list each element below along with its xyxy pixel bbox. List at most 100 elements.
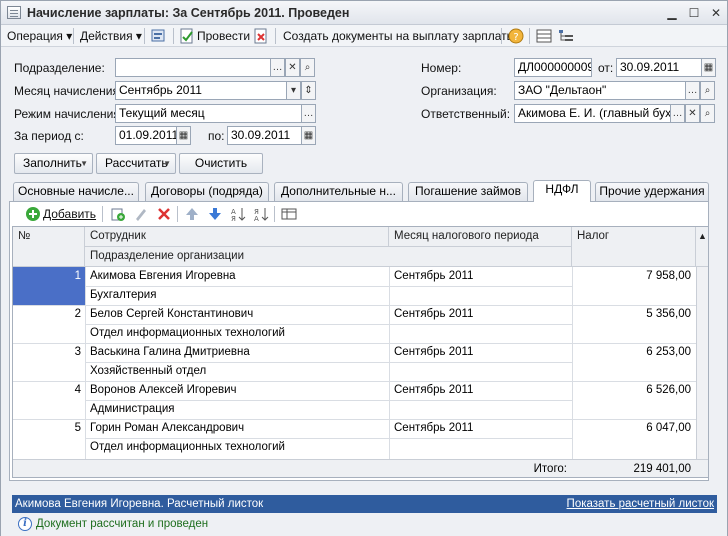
select-button[interactable]: … — [685, 81, 700, 100]
document-icon — [7, 6, 21, 19]
calendar-icon[interactable]: ▦ — [176, 126, 191, 145]
divider — [85, 286, 572, 287]
row-month[interactable]: Сентябрь 2011 — [394, 267, 473, 285]
toolbar-separator — [73, 28, 74, 44]
sort-desc-icon[interactable]: ЯA — [253, 206, 269, 223]
divider — [389, 267, 390, 459]
row-month[interactable]: Сентябрь 2011 — [394, 381, 473, 399]
edit-icon[interactable] — [133, 206, 149, 222]
number-field[interactable]: ДЛ000000009 — [514, 58, 592, 77]
search-icon[interactable]: ⌕ — [300, 58, 315, 77]
scroll-up-icon[interactable]: ▲ — [696, 227, 708, 267]
row-month[interactable]: Сентябрь 2011 — [394, 343, 473, 361]
row-division[interactable]: Бухгалтерия — [90, 286, 156, 304]
columns-icon[interactable] — [281, 206, 297, 222]
calendar-icon[interactable]: ▦ — [701, 58, 716, 77]
post-button[interactable]: Провести — [197, 27, 250, 45]
close-icon[interactable]: ✕ — [707, 5, 725, 21]
window-title: Начисление зарплаты: За Сентябрь 2011. П… — [27, 6, 350, 20]
divider — [85, 324, 572, 325]
operation-menu[interactable]: Операция ▾ — [7, 27, 72, 45]
mode-field[interactable]: Текущий месяц — [115, 104, 302, 123]
row-division[interactable]: Отдел информационных технологий — [90, 438, 285, 456]
row-employee[interactable]: Воронов Алексей Игоревич — [90, 381, 237, 399]
period-to-label: по: — [208, 129, 225, 143]
period-to-field[interactable]: 30.09.2011 — [227, 126, 302, 145]
header-employee: Сотрудник — [85, 227, 389, 247]
org-label: Организация: — [421, 84, 497, 98]
structure-icon[interactable] — [151, 28, 167, 44]
move-up-icon[interactable] — [184, 206, 200, 222]
fill-button[interactable]: Заполнить ▼ — [14, 153, 93, 174]
toolbar: Операция ▾ Действия ▾ Провести Создать д… — [1, 25, 727, 47]
row-division[interactable]: Хозяйственный отдел — [90, 362, 206, 380]
date-label: от: — [598, 61, 614, 75]
unpost-icon[interactable] — [253, 28, 269, 44]
row-tax[interactable]: 5 356,00 — [572, 305, 691, 323]
select-button[interactable]: … — [301, 104, 316, 123]
help-icon[interactable]: ? — [508, 28, 524, 44]
vertical-scrollbar[interactable] — [696, 267, 708, 459]
subordinate-icon[interactable] — [558, 28, 574, 44]
select-button[interactable]: … — [270, 58, 285, 77]
create-docs-button[interactable]: Создать документы на выплату зарплаты — [283, 27, 515, 45]
toolbar-separator — [102, 206, 103, 222]
clear-icon[interactable]: ✕ — [285, 58, 300, 77]
date-field[interactable]: 30.09.2011 — [616, 58, 702, 77]
row-tax[interactable]: 7 958,00 — [572, 267, 691, 285]
clear-button[interactable]: Очистить — [179, 153, 263, 174]
tab-loans[interactable]: Погашение займов — [408, 182, 528, 201]
calendar-icon[interactable]: ▦ — [301, 126, 316, 145]
row-division[interactable]: Администрация — [90, 400, 175, 418]
copy-icon[interactable] — [110, 206, 126, 222]
svg-text:Я: Я — [231, 215, 236, 222]
month-field[interactable]: Сентябрь 2011 — [115, 81, 287, 100]
dropdown-icon[interactable]: ▾ — [286, 81, 301, 100]
move-down-icon[interactable] — [207, 206, 223, 222]
minimize-icon[interactable]: ▁ — [663, 5, 681, 21]
org-field[interactable]: ЗАО "Дельтаон" — [514, 81, 686, 100]
svg-text:?: ? — [513, 32, 518, 43]
calc-label: Рассчитать — [105, 156, 168, 170]
stepper-icon[interactable]: ⇕ — [301, 81, 316, 100]
row-tax[interactable]: 6 253,00 — [572, 343, 691, 361]
clear-icon[interactable]: ✕ — [685, 104, 700, 123]
row-employee[interactable]: Горин Роман Александрович — [90, 419, 244, 437]
tab-contracts[interactable]: Договоры (подряда) — [145, 182, 269, 201]
number-label: Номер: — [421, 61, 462, 75]
row-division[interactable]: Отдел информационных технологий — [90, 324, 285, 342]
row-month[interactable]: Сентябрь 2011 — [394, 305, 473, 323]
row-tax[interactable]: 6 526,00 — [572, 381, 691, 399]
row-tax[interactable]: 6 047,00 — [572, 419, 691, 437]
show-payslip-link[interactable]: Показать расчетный листок — [567, 495, 714, 513]
toolbar-separator — [529, 28, 530, 44]
row-employee[interactable]: Васькина Галина Дмитриевна — [90, 343, 250, 361]
row-employee[interactable]: Белов Сергей Константинович — [90, 305, 253, 323]
toolbar-separator — [501, 28, 502, 44]
responsible-field[interactable]: Акимова Е. И. (главный бухга — [514, 104, 671, 123]
row-month[interactable]: Сентябрь 2011 — [394, 419, 473, 437]
tab-main-accruals[interactable]: Основные начисле... — [13, 182, 139, 201]
tab-other-deductions[interactable]: Прочие удержания — [595, 182, 709, 201]
add-button[interactable]: Добавить — [43, 207, 96, 221]
header-month: Месяц налогового периода — [389, 227, 572, 247]
sort-asc-icon[interactable]: AЯ — [230, 206, 246, 223]
toolbar-separator — [177, 206, 178, 222]
row-employee[interactable]: Акимова Евгения Игоревна — [90, 267, 236, 285]
actions-menu[interactable]: Действия ▾ — [80, 27, 142, 45]
tab-additional[interactable]: Дополнительные н... — [274, 182, 403, 201]
search-icon[interactable]: ⌕ — [700, 104, 715, 123]
add-icon[interactable] — [25, 206, 41, 222]
post-icon[interactable] — [179, 28, 195, 44]
division-field[interactable] — [115, 58, 271, 77]
journal-icon[interactable] — [536, 28, 552, 44]
calc-button[interactable]: Рассчитать ▼ — [96, 153, 176, 174]
maximize-icon[interactable]: ☐ — [685, 5, 703, 21]
select-button[interactable]: … — [670, 104, 685, 123]
tab-ndfl[interactable]: НДФЛ — [533, 180, 591, 202]
search-icon[interactable]: ⌕ — [700, 81, 715, 100]
delete-icon[interactable] — [156, 206, 172, 222]
header-tax: Налог — [572, 227, 696, 267]
divider — [13, 419, 696, 420]
period-from-field[interactable]: 01.09.2011 — [115, 126, 177, 145]
